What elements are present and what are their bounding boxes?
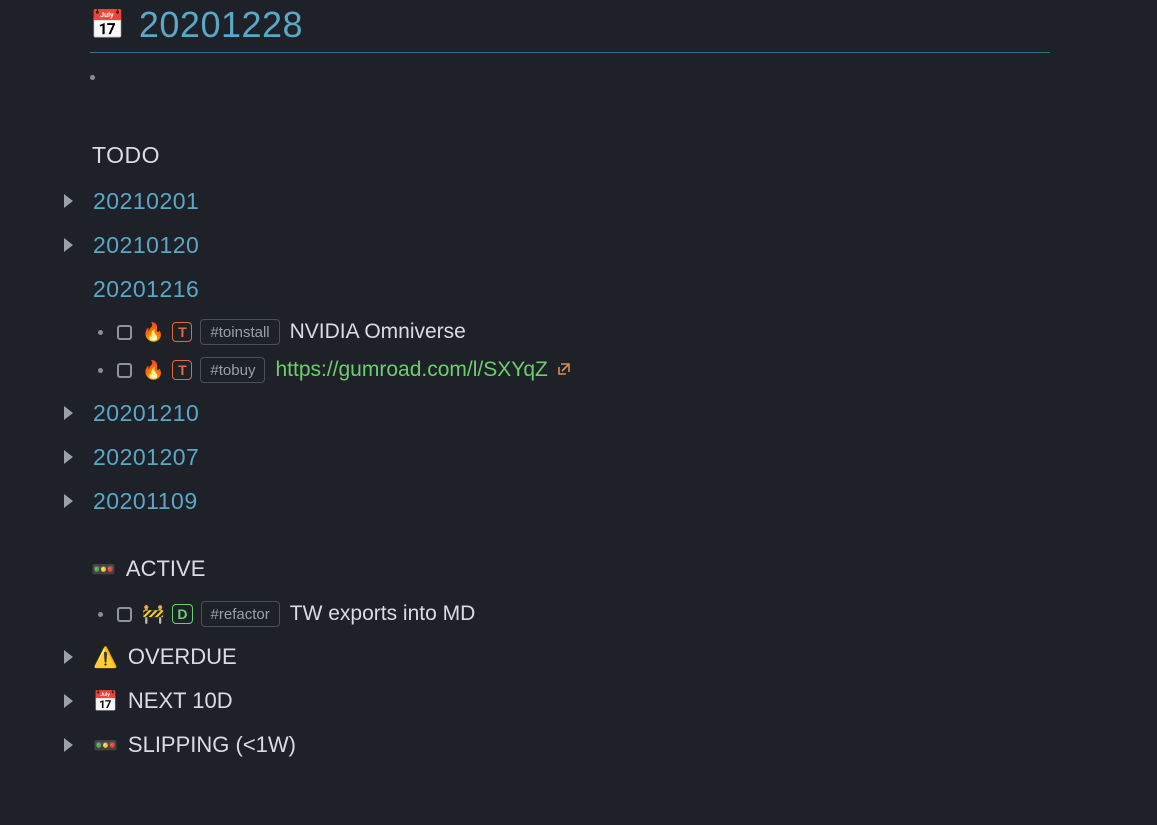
heading-next10d: 📅 NEXT 10D — [93, 688, 233, 714]
chevron-right-icon[interactable] — [64, 694, 73, 708]
task-row: 🔥 T #tobuy https://gumroad.com/l/SXYqZ — [98, 354, 1157, 386]
bullet-icon — [98, 612, 103, 617]
section-overdue: ⚠️ OVERDUE — [64, 640, 1157, 674]
date-link[interactable]: 20210120 — [93, 232, 199, 259]
date-entry: 20201207 — [64, 440, 1157, 474]
priority-pill: T — [172, 360, 192, 380]
task-list-20201216: 🔥 T #toinstall NVIDIA Omniverse 🔥 T #tob… — [98, 316, 1157, 386]
task-checkbox[interactable] — [117, 325, 132, 340]
section-todo: TODO 20210201 20210120 20201216 🔥 T #toi… — [64, 140, 1157, 518]
disclosure-placeholder — [64, 282, 73, 296]
task-row: 🔥 T #toinstall NVIDIA Omniverse — [98, 316, 1157, 348]
section-active: 🚥 ACTIVE 🚧 D #refactor TW exports into M… — [64, 554, 1157, 762]
date-entry: 20201109 — [64, 484, 1157, 518]
disclosure-placeholder — [64, 562, 73, 576]
task-row: 🚧 D #refactor TW exports into MD — [98, 598, 1157, 630]
warning-icon: ⚠️ — [93, 645, 118, 670]
heading-active-row: 🚥 ACTIVE — [64, 554, 1157, 584]
heading-slipping-text: SLIPPING (<1W) — [128, 732, 296, 758]
task-url[interactable]: https://gumroad.com/l/SXYqZ — [275, 358, 547, 382]
chevron-right-icon[interactable] — [64, 494, 73, 508]
section-next10d: 📅 NEXT 10D — [64, 684, 1157, 718]
heading-overdue-text: OVERDUE — [128, 644, 237, 670]
priority-pill: D — [172, 604, 192, 624]
task-text: NVIDIA Omniverse — [290, 320, 466, 344]
page-title: 20201228 — [139, 4, 303, 46]
date-link[interactable]: 20201207 — [93, 444, 199, 471]
heading-overdue: ⚠️ OVERDUE — [93, 644, 237, 670]
bullet-icon — [98, 330, 103, 335]
task-list-active: 🚧 D #refactor TW exports into MD — [98, 598, 1157, 630]
date-entry: 20201216 — [64, 272, 1157, 306]
external-link-icon[interactable] — [558, 362, 570, 378]
bullet-icon — [90, 75, 95, 80]
heading-next10d-text: NEXT 10D — [128, 688, 233, 714]
tag-refactor[interactable]: #refactor — [201, 601, 280, 627]
tag-toinstall[interactable]: #toinstall — [200, 319, 279, 345]
chevron-right-icon[interactable] — [64, 194, 73, 208]
chevron-right-icon[interactable] — [64, 738, 73, 752]
task-text: TW exports into MD — [290, 602, 476, 626]
bullet-icon — [98, 368, 103, 373]
heading-active-text: ACTIVE — [126, 556, 205, 582]
date-link[interactable]: 20210201 — [93, 188, 199, 215]
traffic-light-icon: 🚥 — [93, 733, 118, 758]
construction-icon: 🚧 — [142, 605, 164, 623]
heading-active: 🚥 ACTIVE — [91, 556, 205, 582]
date-entry: 20210201 — [64, 184, 1157, 218]
task-checkbox[interactable] — [117, 607, 132, 622]
date-link[interactable]: 20201216 — [93, 276, 199, 303]
calendar-icon: 📅 — [90, 11, 125, 39]
heading-todo-row: TODO — [64, 140, 1157, 170]
date-link[interactable]: 20201210 — [93, 400, 199, 427]
fire-icon: 🔥 — [142, 323, 164, 341]
chevron-right-icon[interactable] — [64, 238, 73, 252]
chevron-right-icon[interactable] — [64, 406, 73, 420]
section-slipping: 🚥 SLIPPING (<1W) — [64, 728, 1157, 762]
calendar-icon: 📅 — [93, 689, 118, 714]
heading-slipping: 🚥 SLIPPING (<1W) — [93, 732, 296, 758]
page-root: 📅 20201228 TODO 20210201 20210120 202012… — [0, 0, 1157, 762]
heading-todo: TODO — [92, 142, 160, 169]
fire-icon: 🔥 — [142, 361, 164, 379]
date-entry: 20210120 — [64, 228, 1157, 262]
chevron-right-icon[interactable] — [64, 650, 73, 664]
tag-tobuy[interactable]: #tobuy — [200, 357, 265, 383]
date-link[interactable]: 20201109 — [93, 488, 198, 515]
empty-bullet — [90, 75, 1157, 80]
chevron-right-icon[interactable] — [64, 450, 73, 464]
date-entry: 20201210 — [64, 396, 1157, 430]
task-checkbox[interactable] — [117, 363, 132, 378]
priority-pill: T — [172, 322, 192, 342]
page-title-block: 📅 20201228 — [90, 4, 1050, 53]
traffic-light-icon: 🚥 — [91, 557, 116, 582]
